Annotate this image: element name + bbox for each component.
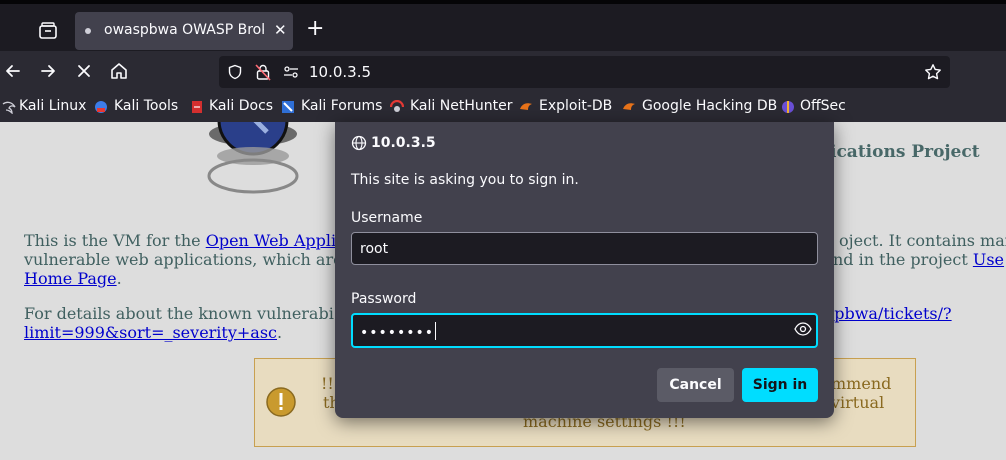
period-text-2: .	[277, 323, 283, 342]
username-label: Username	[351, 210, 423, 226]
intro-line-1: This is the VM for the Open Web Appli	[24, 231, 336, 250]
sign-in-button[interactable]: Sign in	[742, 368, 818, 402]
kali-dragon-icon	[2, 101, 16, 114]
sign-in-dialog: 10.0.3.5 This site is asking you to sign…	[335, 122, 834, 418]
owasp-link[interactable]: Open Web Appli	[206, 231, 336, 250]
tab-overview-icon[interactable]	[36, 19, 60, 43]
cancel-button[interactable]: Cancel	[657, 368, 734, 402]
browser-window: owaspbwa OWASP Broke ✕ + 10.0.3.5 Kali L…	[0, 0, 1006, 460]
intro-text-tail: nd in the project	[833, 250, 973, 269]
warning-line-1-end: mmend	[831, 374, 892, 393]
tab-title: owaspbwa OWASP Broke	[104, 22, 264, 38]
tab-close-icon[interactable]: ✕	[274, 21, 287, 39]
bookmark-kali-tools[interactable]: Kali Tools	[114, 98, 178, 114]
password-value: ••••••••	[360, 325, 435, 341]
tab-favicon-icon	[85, 28, 91, 34]
intro-text: This is the VM for the	[24, 231, 206, 250]
stop-icon[interactable]	[74, 61, 94, 81]
kali-docs-icon	[192, 101, 202, 113]
offsec-icon	[782, 101, 794, 113]
home-icon[interactable]	[109, 61, 129, 81]
owasp-logo-icon	[207, 122, 299, 194]
details-line-1-tail: spbwa/tickets/?	[826, 304, 952, 323]
tab-bar: owaspbwa OWASP Broke ✕ +	[0, 0, 1006, 51]
home-page-link[interactable]: Home Page	[24, 269, 117, 288]
new-tab-button[interactable]: +	[306, 18, 324, 40]
shield-icon[interactable]	[227, 64, 243, 80]
bookmark-kali-nethunter[interactable]: Kali NetHunter	[410, 98, 512, 114]
permissions-icon[interactable]	[283, 65, 299, 79]
bookmark-exploit-db[interactable]: Exploit-DB	[539, 98, 612, 114]
insecure-lock-icon[interactable]	[255, 63, 271, 81]
warning-icon	[266, 387, 296, 417]
text-caret	[435, 322, 437, 340]
bookmark-offsec[interactable]: OffSec	[800, 98, 846, 114]
project-title: ications Project	[830, 142, 980, 162]
kali-forums-icon	[282, 101, 294, 113]
nav-bar: 10.0.3.5	[0, 51, 1006, 92]
tickets-link-cont[interactable]: limit=999&sort=_severity+asc	[24, 323, 277, 342]
intro-line-2: vulnerable web applications, which are	[24, 250, 343, 269]
show-password-eye-icon[interactable]	[794, 322, 812, 336]
user-guide-link[interactable]: Use	[973, 250, 1004, 269]
kali-nethunter-icon	[390, 100, 404, 112]
dialog-host: 10.0.3.5	[371, 135, 436, 151]
password-label: Password	[351, 291, 417, 307]
tickets-link[interactable]: spbwa/tickets/?	[826, 304, 952, 323]
intro-line-2-tail: nd in the project Use	[833, 250, 1004, 269]
details-line-2: limit=999&sort=_severity+asc.	[24, 323, 282, 342]
dialog-message: This site is asking you to sign in.	[351, 172, 579, 188]
bookmark-google-hacking-db[interactable]: Google Hacking DB	[642, 98, 777, 114]
details-line-1: For details about the known vulnerabi	[24, 304, 334, 323]
warning-line-2-end: virtual	[831, 393, 885, 412]
forward-arrow-icon[interactable]	[38, 61, 58, 81]
tab-owaspbwa[interactable]: owaspbwa OWASP Broke ✕	[75, 12, 293, 50]
url-text[interactable]: 10.0.3.5	[309, 63, 371, 81]
google-hacking-db-icon	[623, 103, 635, 110]
back-arrow-icon[interactable]	[3, 61, 23, 81]
bookmarks-toolbar: Kali Linux Kali Tools Kali Docs Kali For…	[0, 92, 1006, 122]
kali-tools-icon	[95, 101, 107, 113]
globe-icon	[351, 135, 367, 151]
bookmark-star-icon[interactable]	[924, 63, 942, 81]
username-field[interactable]	[351, 232, 818, 265]
password-dots: ••••••••	[360, 322, 437, 341]
warning-line-1-start: !!	[321, 374, 334, 393]
period-text: .	[116, 269, 122, 288]
bookmark-kali-forums[interactable]: Kali Forums	[301, 98, 382, 114]
intro-line-3: Home Page.	[24, 269, 122, 288]
bookmark-kali-linux[interactable]: Kali Linux	[19, 98, 86, 114]
bookmark-kali-docs[interactable]: Kali Docs	[209, 98, 273, 114]
exploit-db-icon	[520, 103, 532, 110]
intro-line-1-tail: oject. It contains mar	[839, 231, 1006, 250]
url-bar[interactable]: 10.0.3.5	[219, 56, 950, 88]
